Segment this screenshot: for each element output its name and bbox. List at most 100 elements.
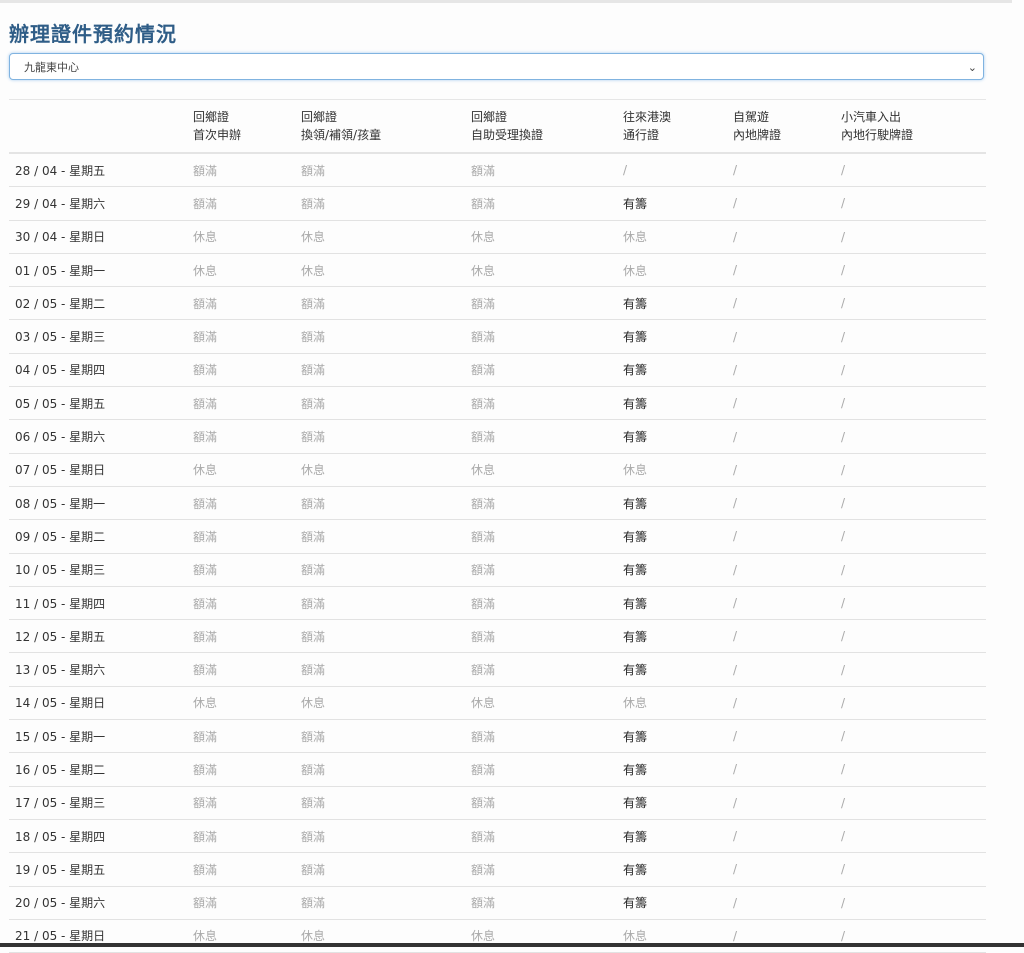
status-cell: / [733,287,841,320]
column-header-line2: 自助受理換證 [471,126,623,144]
status-cell: 有籌 [623,786,733,819]
status-cell: 有籌 [623,520,733,553]
status-cell: 有籌 [623,620,733,653]
status-cell: 額滿 [301,153,471,187]
table-row: 04 / 05 - 星期四額滿額滿額滿有籌// [9,353,986,386]
status-cell: 額滿 [301,586,471,619]
status-cell: / [841,686,986,719]
status-cell: 有籌 [623,720,733,753]
header-date [9,100,193,154]
date-cell: 04 / 05 - 星期四 [9,353,193,386]
status-cell: 休息 [623,686,733,719]
status-cell: / [733,387,841,420]
status-cell: 休息 [301,453,471,486]
status-cell: / [841,353,986,386]
status-cell: 額滿 [301,753,471,786]
center-select-value: 九龍東中心 [24,61,79,74]
table-row: 14 / 05 - 星期日休息休息休息休息// [9,686,986,719]
status-cell: 休息 [623,220,733,253]
taskbar-edge [0,943,1024,947]
status-cell: 額滿 [193,287,301,320]
table-row: 19 / 05 - 星期五額滿額滿額滿有籌// [9,853,986,886]
status-cell: / [733,220,841,253]
status-cell: / [841,187,986,220]
status-cell: / [733,886,841,919]
status-cell: 有籌 [623,387,733,420]
table-header: 回鄉證首次申辦回鄉證換領/補領/孩童回鄉證自助受理換證往來港澳通行證自駕遊內地牌… [9,100,986,154]
status-cell: 額滿 [471,486,623,519]
status-cell: / [733,553,841,586]
status-cell: / [841,486,986,519]
status-cell: 額滿 [301,187,471,220]
status-cell: 休息 [471,686,623,719]
status-cell: 額滿 [193,753,301,786]
status-cell: 有籌 [623,187,733,220]
date-cell: 29 / 04 - 星期六 [9,187,193,220]
table-row: 09 / 05 - 星期二額滿額滿額滿有籌// [9,520,986,553]
date-cell: 17 / 05 - 星期三 [9,786,193,819]
status-cell: 額滿 [193,786,301,819]
status-cell: / [733,686,841,719]
column-header-line2: 換領/補領/孩童 [301,126,471,144]
status-cell: / [841,753,986,786]
status-cell: 有籌 [623,853,733,886]
status-cell: 額滿 [301,786,471,819]
column-header: 小汽車入出內地行駛牌證 [841,100,986,154]
status-cell: 休息 [623,253,733,286]
status-cell: 額滿 [301,886,471,919]
status-cell: 休息 [301,220,471,253]
status-cell: 額滿 [193,387,301,420]
status-cell: / [733,786,841,819]
status-cell: 額滿 [193,553,301,586]
status-cell: 休息 [471,220,623,253]
status-cell: 額滿 [471,720,623,753]
status-cell: 額滿 [193,720,301,753]
table-row: 05 / 05 - 星期五額滿額滿額滿有籌// [9,387,986,420]
center-select[interactable]: 九龍東中心 ⌄ [9,53,984,80]
table-row: 18 / 05 - 星期四額滿額滿額滿有籌// [9,819,986,852]
status-cell: / [841,586,986,619]
status-cell: 額滿 [193,819,301,852]
column-header-line2: 內地牌證 [733,126,841,144]
status-cell: 額滿 [301,320,471,353]
column-header-line1: 回鄉證 [301,108,471,126]
status-cell: 有籌 [623,553,733,586]
status-cell: 休息 [193,919,301,952]
table-row: 20 / 05 - 星期六額滿額滿額滿有籌// [9,886,986,919]
status-cell: 有籌 [623,353,733,386]
date-cell: 07 / 05 - 星期日 [9,453,193,486]
status-cell: / [733,486,841,519]
status-cell: / [733,253,841,286]
date-cell: 01 / 05 - 星期一 [9,253,193,286]
status-cell: 休息 [193,220,301,253]
status-cell: 額滿 [471,853,623,886]
status-cell: 額滿 [193,620,301,653]
status-cell: / [733,819,841,852]
date-cell: 08 / 05 - 星期一 [9,486,193,519]
status-cell: / [733,320,841,353]
status-cell: / [841,153,986,187]
table-row: 11 / 05 - 星期四額滿額滿額滿有籌// [9,586,986,619]
table-row: 16 / 05 - 星期二額滿額滿額滿有籌// [9,753,986,786]
status-cell: 有籌 [623,287,733,320]
date-cell: 15 / 05 - 星期一 [9,720,193,753]
status-cell: 額滿 [471,320,623,353]
status-cell: / [733,620,841,653]
table-row: 17 / 05 - 星期三額滿額滿額滿有籌// [9,786,986,819]
date-cell: 05 / 05 - 星期五 [9,387,193,420]
status-cell: 休息 [193,686,301,719]
status-cell: 休息 [623,919,733,952]
column-header-line2: 首次申辦 [193,126,301,144]
date-cell: 10 / 05 - 星期三 [9,553,193,586]
status-cell: / [841,253,986,286]
date-cell: 13 / 05 - 星期六 [9,653,193,686]
status-cell: 額滿 [471,653,623,686]
status-cell: / [841,919,986,952]
status-cell: 額滿 [471,620,623,653]
status-cell: 額滿 [471,187,623,220]
status-cell: / [841,453,986,486]
status-cell: 額滿 [301,620,471,653]
date-cell: 11 / 05 - 星期四 [9,586,193,619]
table-row: 30 / 04 - 星期日休息休息休息休息// [9,220,986,253]
status-cell: 有籌 [623,753,733,786]
